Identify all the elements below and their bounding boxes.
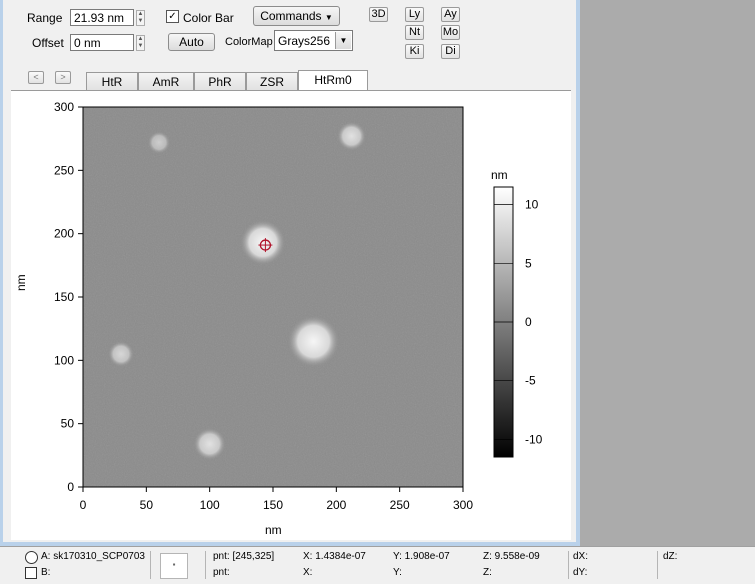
y-tick-label: 300	[54, 100, 74, 114]
colormap-value: Grays256	[278, 34, 331, 48]
height-feature	[239, 219, 286, 266]
range-label: Range	[27, 11, 63, 25]
dz: dZ:	[663, 551, 678, 562]
pnt-a: pnt: [245,325]	[213, 551, 275, 562]
3d-button[interactable]: 3D	[369, 7, 388, 22]
height-feature	[193, 427, 227, 461]
cursor-b-checkbox[interactable]	[25, 567, 37, 579]
colorbar-tick-label: 10	[525, 198, 539, 212]
height-feature	[147, 130, 171, 154]
tab-htrm0[interactable]: HtRm0	[298, 70, 368, 91]
heatmap-texture	[83, 107, 463, 487]
x-b: X:	[303, 567, 313, 578]
cursor-square-icon[interactable]: ▪	[160, 553, 188, 579]
ki-button[interactable]: Ki	[405, 44, 424, 59]
tab-htr[interactable]: HtR	[86, 72, 138, 91]
nt-button[interactable]: Nt	[405, 25, 424, 40]
ly-button[interactable]: Ly	[405, 7, 424, 22]
y-tick-label: 250	[54, 163, 74, 177]
x-tick-label: 150	[263, 498, 283, 512]
colorbar-tick-label: 5	[525, 256, 532, 270]
y-a: Y: 1.908e-07	[393, 551, 450, 562]
range-input[interactable]: 21.93 nm	[70, 9, 134, 26]
colormap-label: ColorMap	[225, 36, 273, 48]
height-feature	[336, 121, 367, 151]
commands-label: Commands	[260, 9, 322, 23]
next-tab-button[interactable]: >	[55, 71, 71, 84]
colorbar-tick-label: -10	[525, 432, 543, 446]
colormap-select[interactable]: Grays256 ▼	[274, 30, 353, 51]
y-tick-label: 200	[54, 227, 74, 241]
colorbar-label: Color Bar	[183, 11, 234, 25]
cursor-b-label: B:	[41, 567, 51, 578]
y-tick-label: 0	[67, 480, 74, 494]
cursor-a-radio[interactable]	[25, 551, 38, 564]
colorbar-checkbox[interactable]: ✓	[166, 10, 179, 23]
x-axis-label: nm	[265, 523, 282, 537]
x-tick-label: 250	[390, 498, 410, 512]
range-stepper[interactable]: ▲ ▼	[136, 10, 145, 26]
y-tick-label: 150	[54, 290, 74, 304]
dx: dX:	[573, 551, 589, 562]
height-feature	[287, 314, 340, 368]
x-tick-label: 0	[80, 498, 87, 512]
prev-tab-button[interactable]: <	[28, 71, 44, 84]
pnt-b: pnt:	[213, 567, 230, 578]
chevron-down-icon[interactable]: ▼	[335, 32, 351, 49]
status-bar: A: sk170310_SCP0703 B: ▪ pnt: [245,325] …	[0, 546, 755, 584]
colorbar-tick-label: 0	[525, 315, 532, 329]
auto-button[interactable]: Auto	[168, 33, 215, 51]
colorbar-tick-label: -5	[525, 374, 536, 388]
z-b: Z:	[483, 567, 492, 578]
heatmap-image	[83, 107, 463, 487]
x-tick-label: 100	[200, 498, 220, 512]
colorbar-title: nm	[491, 168, 508, 182]
tab-zsr[interactable]: ZSR	[246, 72, 298, 91]
x-tick-label: 200	[326, 498, 346, 512]
offset-stepper[interactable]: ▲ ▼	[136, 35, 145, 51]
x-a: X: 1.4384e-07	[303, 551, 366, 562]
mo-button[interactable]: Mo	[441, 25, 460, 40]
y-axis-label: nm	[14, 274, 28, 291]
tab-phr[interactable]: PhR	[194, 72, 246, 91]
chevron-down-icon: ▼	[324, 13, 333, 22]
commands-button[interactable]: Commands ▼	[253, 6, 340, 26]
cursor-a-label: A: sk170310_SCP0703	[41, 551, 145, 562]
tab-amr[interactable]: AmR	[138, 72, 194, 91]
y-tick-label: 50	[61, 417, 75, 431]
offset-input[interactable]: 0 nm	[70, 34, 134, 51]
x-tick-label: 300	[453, 498, 473, 512]
z-a: Z: 9.558e-09	[483, 551, 540, 562]
y-tick-label: 100	[54, 353, 74, 367]
di-button[interactable]: Di	[441, 44, 460, 59]
y-b: Y:	[393, 567, 402, 578]
dy: dY:	[573, 567, 588, 578]
afm-plot: 0 50 100 150 200 250 300050100150200250300 105…	[54, 100, 543, 512]
ay-button[interactable]: Ay	[441, 7, 460, 22]
x-tick-label: 50	[140, 498, 154, 512]
offset-label: Offset	[32, 36, 64, 50]
graph-area: 0 50 100 150 200 250 300 0 50 100 150 200 250 300 10 5…	[11, 91, 571, 540]
height-feature	[107, 340, 135, 368]
